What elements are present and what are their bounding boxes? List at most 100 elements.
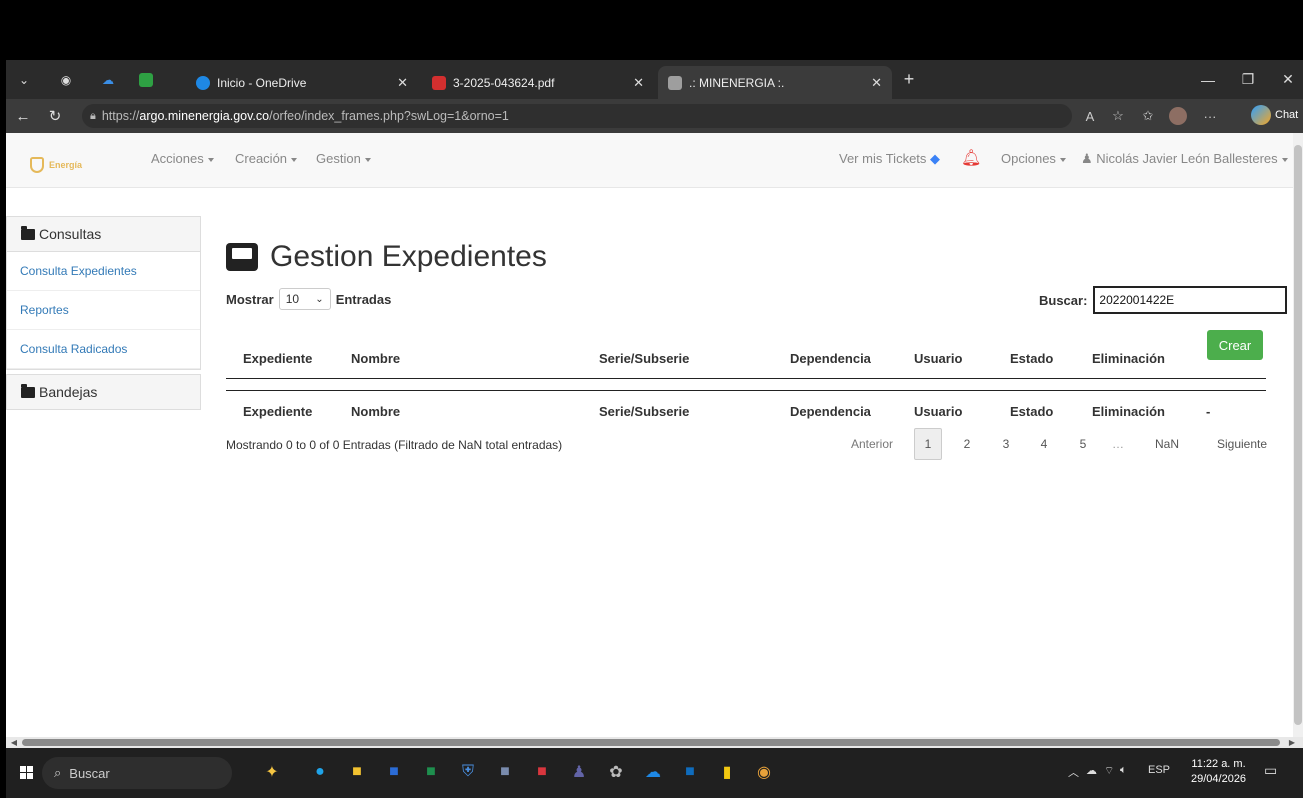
col-eliminacion[interactable]: Eliminación xyxy=(1092,351,1165,366)
pager-page-4[interactable]: 4 xyxy=(1036,428,1052,460)
scroll-thumb[interactable] xyxy=(1294,145,1302,725)
onedrive-app-icon[interactable]: ☁ xyxy=(639,758,667,786)
pager-page-2[interactable]: 2 xyxy=(959,428,975,460)
notification-bell-icon[interactable]: 🔔︎ xyxy=(961,148,981,168)
col-serie[interactable]: Serie/Subserie xyxy=(599,351,689,366)
foot-dependencia: Dependencia xyxy=(790,404,871,419)
tab-onedrive[interactable]: Inicio - OneDrive ✕ xyxy=(186,66,418,99)
menu-opciones[interactable]: Opciones xyxy=(1001,151,1066,166)
foot-serie: Serie/Subserie xyxy=(599,404,690,419)
taskbar-search[interactable]: ⌕ Buscar xyxy=(42,757,232,789)
close-icon[interactable]: ✕ xyxy=(633,75,644,91)
restore-icon[interactable]: ❐ xyxy=(1228,60,1268,99)
user-menu[interactable]: ♟︎ Nicolás Javier León Ballesteres xyxy=(1081,151,1288,167)
wifi-icon[interactable]: ⌔ xyxy=(1104,764,1114,778)
windows-start-icon[interactable] xyxy=(12,758,40,786)
tray-onedrive-icon[interactable]: ☁ xyxy=(1086,764,1097,777)
pdf-icon xyxy=(432,75,446,90)
url-prefix: https:// xyxy=(101,109,140,123)
excel-icon[interactable]: ■ xyxy=(417,758,445,786)
close-icon[interactable]: ✕ xyxy=(397,75,408,91)
remote-desktop-icon[interactable]: ■ xyxy=(491,758,519,786)
profile-avatar[interactable] xyxy=(1166,99,1190,133)
scroll-left-icon[interactable]: ◀ xyxy=(8,737,20,748)
tickets-link[interactable]: Ver mis Tickets ◆ xyxy=(839,151,940,167)
calendar-badge-icon[interactable] xyxy=(134,60,158,99)
sidebar-links: Consulta Expedientes Reportes Consulta R… xyxy=(6,252,201,370)
table-footer: Expediente Nombre Serie/Subserie Depende… xyxy=(226,391,1266,431)
minimize-icon[interactable]: — xyxy=(1188,60,1228,99)
power-bi-icon[interactable]: ▮ xyxy=(713,758,741,786)
tab-title: 3-2025-043624.pdf xyxy=(453,75,555,90)
sidebar-bandejas-header[interactable]: Bandejas xyxy=(6,374,201,410)
more-icon[interactable]: ··· xyxy=(1198,99,1222,133)
site-favicon-icon xyxy=(668,75,682,90)
tray-chevron-icon[interactable]: ︿ xyxy=(1068,764,1079,780)
brand-logo[interactable]: Energía xyxy=(30,153,120,177)
menu-creacion[interactable]: Creación xyxy=(235,151,298,166)
close-icon[interactable]: ✕ xyxy=(871,75,882,91)
col-expediente[interactable]: Expediente xyxy=(243,351,312,366)
read-aloud-icon[interactable]: A xyxy=(1078,99,1102,133)
tab-title: Inicio - OneDrive xyxy=(217,75,307,90)
language-indicator[interactable]: ESP xyxy=(1148,764,1170,776)
search-control: Buscar: 2022001422E xyxy=(1039,286,1288,314)
pager-prev[interactable]: Anterior xyxy=(846,428,898,460)
favorites-icon[interactable]: ✩ xyxy=(1136,99,1160,133)
entries-select[interactable]: 10 ⌄ xyxy=(278,288,331,310)
col-dependencia[interactable]: Dependencia xyxy=(790,351,871,366)
pager-page-1[interactable]: 1 xyxy=(914,428,942,460)
menu-acciones[interactable]: Acciones xyxy=(151,151,214,166)
clock[interactable]: 11:22 a. m. 29/04/2026 xyxy=(1191,757,1246,787)
chrome-icon[interactable]: ◉ xyxy=(750,758,778,786)
sidebar-item-consulta-expedientes[interactable]: Consulta Expedientes xyxy=(7,252,200,291)
pager-next[interactable]: Siguiente xyxy=(1212,428,1272,460)
new-tab-icon[interactable]: + xyxy=(896,60,922,99)
sidebar-item-consulta-radicados[interactable]: Consulta Radicados xyxy=(7,330,200,369)
address-bar-row: ← ↻ 🔒︎ https://argo.minenergia.gov.co/or… xyxy=(6,99,1303,133)
security-shield-icon[interactable]: ⛨ xyxy=(454,758,482,786)
file-explorer-icon[interactable]: ■ xyxy=(343,758,371,786)
anydesk-icon[interactable]: ■ xyxy=(528,758,556,786)
foot-eliminacion: Eliminación xyxy=(1092,404,1165,419)
foot-expediente: Expediente xyxy=(243,404,313,419)
energia-logo-icon xyxy=(30,157,44,173)
favorite-star-icon[interactable]: ☆ xyxy=(1106,99,1130,133)
openai-icon[interactable]: ✿ xyxy=(602,758,630,786)
sidebar-item-reportes[interactable]: Reportes xyxy=(7,291,200,330)
url-field[interactable]: 🔒︎ https://argo.minenergia.gov.co/orfeo/… xyxy=(82,104,1072,128)
onedrive-profile-icon[interactable]: ☁ xyxy=(96,60,120,99)
scroll-thumb[interactable] xyxy=(22,739,1280,746)
sidebar-consultas-header[interactable]: Consultas xyxy=(6,216,201,252)
back-icon[interactable]: ← xyxy=(10,99,36,133)
edge-icon[interactable]: ● xyxy=(306,758,334,786)
teams-icon[interactable]: ♟︎ xyxy=(565,758,593,786)
volume-icon[interactable]: 🔈︎ xyxy=(1120,764,1127,777)
horizontal-scrollbar[interactable]: ◀ ▶ xyxy=(6,737,1303,748)
outlook-icon[interactable]: ■ xyxy=(676,758,704,786)
copilot-sparkle-icon[interactable]: ✦ xyxy=(258,758,286,786)
buscar-label: Buscar: xyxy=(1039,292,1088,308)
copilot-chat-button[interactable]: Chat xyxy=(1251,105,1298,125)
pager-page-last[interactable]: NaN xyxy=(1152,428,1182,460)
tab-pdf[interactable]: 3-2025-043624.pdf ✕ xyxy=(422,66,654,99)
window-close-icon[interactable]: ✕ xyxy=(1268,60,1303,99)
tab-actions-icon[interactable]: ⌄ xyxy=(12,60,36,99)
col-estado[interactable]: Estado xyxy=(1010,351,1053,366)
col-nombre[interactable]: Nombre xyxy=(351,351,400,366)
pager-page-5[interactable]: 5 xyxy=(1075,428,1091,460)
search-input[interactable]: 2022001422E xyxy=(1093,286,1288,314)
menu-gestion[interactable]: Gestion xyxy=(316,151,371,166)
vertical-scrollbar[interactable] xyxy=(1293,133,1303,737)
col-usuario[interactable]: Usuario xyxy=(914,351,962,366)
pager-page-3[interactable]: 3 xyxy=(998,428,1014,460)
workspaces-icon[interactable]: ◉ xyxy=(54,60,78,99)
sidebar-item-label: Reportes xyxy=(20,303,69,317)
refresh-icon[interactable]: ↻ xyxy=(42,99,68,133)
word-icon[interactable]: ■ xyxy=(380,758,408,786)
notifications-icon[interactable]: ▭ xyxy=(1264,762,1277,779)
sidebar-header-label: Bandejas xyxy=(39,384,98,400)
caret-down-icon xyxy=(1281,157,1288,162)
tab-minenergia[interactable]: .: MINENERGIA :. ✕ xyxy=(658,66,892,99)
scroll-right-icon[interactable]: ▶ xyxy=(1286,737,1298,748)
